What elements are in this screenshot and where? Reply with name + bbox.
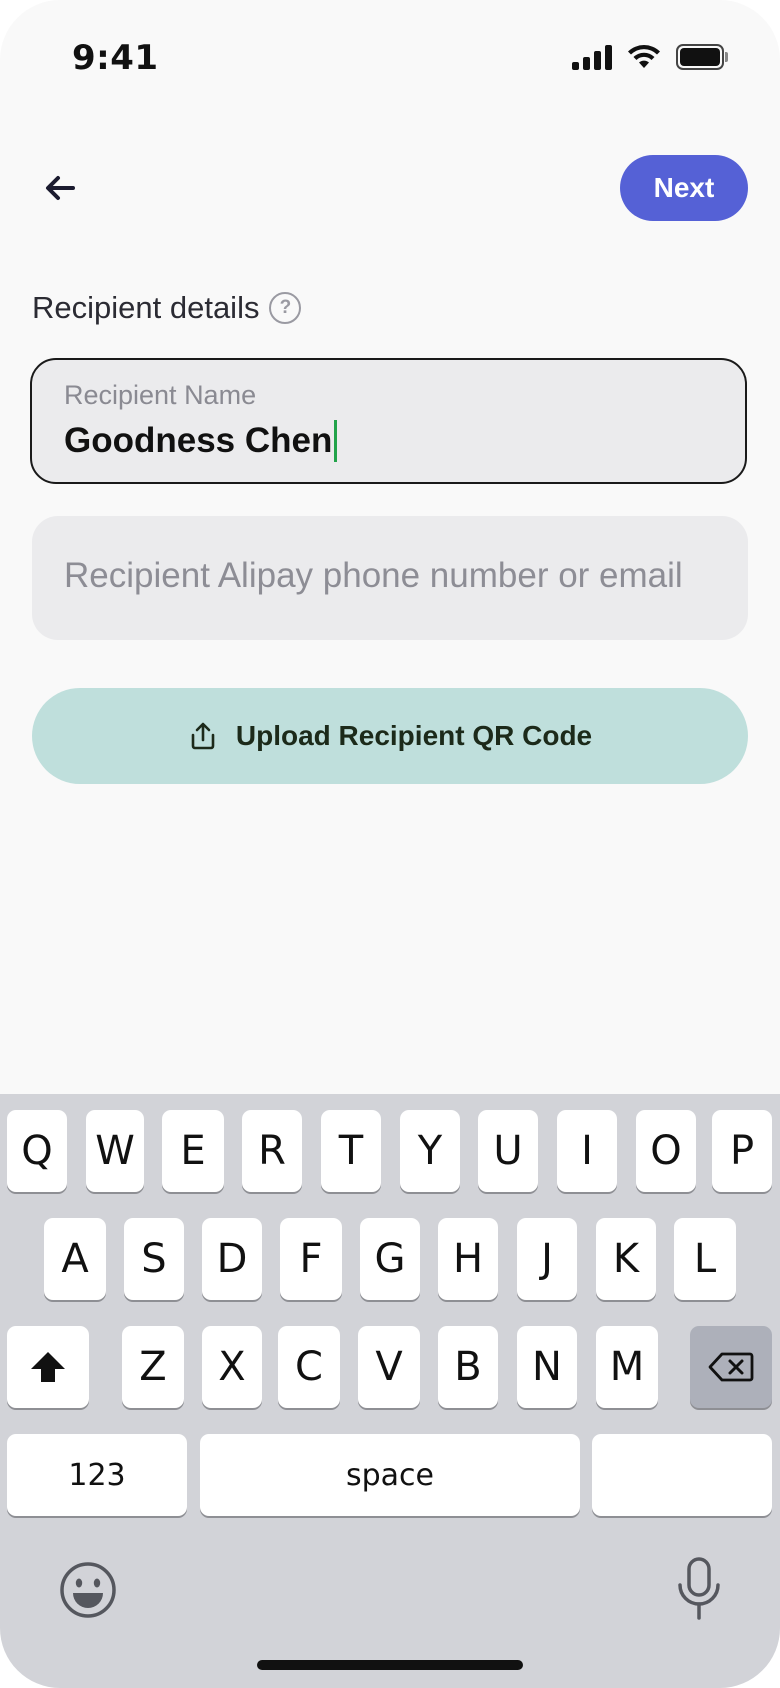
back-button[interactable] bbox=[36, 166, 84, 210]
phone-screen: 9:41 Next Recipient details ? Recipient … bbox=[0, 0, 780, 1688]
dictation-button[interactable] bbox=[674, 1556, 724, 1622]
key-o[interactable]: O bbox=[636, 1110, 696, 1192]
delete-key[interactable] bbox=[690, 1326, 772, 1408]
return-key[interactable] bbox=[592, 1434, 772, 1516]
battery-icon bbox=[676, 44, 728, 70]
recipient-name-value: Goodness Chen bbox=[64, 421, 333, 460]
microphone-icon bbox=[678, 1557, 720, 1620]
recipient-name-field[interactable]: Recipient Name Goodness Chen bbox=[30, 358, 747, 484]
section-title: Recipient details bbox=[32, 290, 260, 325]
key-k[interactable]: K bbox=[596, 1218, 656, 1300]
home-indicator bbox=[257, 1660, 523, 1670]
key-h[interactable]: H bbox=[438, 1218, 498, 1300]
alipay-contact-placeholder: Recipient Alipay phone number or email bbox=[64, 556, 683, 595]
key-r[interactable]: R bbox=[242, 1110, 302, 1192]
key-t[interactable]: T bbox=[321, 1110, 381, 1192]
arrow-left-icon bbox=[46, 176, 75, 200]
key-v[interactable]: V bbox=[358, 1326, 420, 1408]
text-caret bbox=[334, 420, 338, 462]
emoji-icon bbox=[60, 1562, 116, 1618]
key-c[interactable]: C bbox=[278, 1326, 340, 1408]
shift-icon bbox=[31, 1352, 65, 1382]
key-x[interactable]: X bbox=[202, 1326, 262, 1408]
upload-qr-button[interactable]: Upload Recipient QR Code bbox=[32, 688, 748, 784]
next-button[interactable]: Next bbox=[620, 155, 748, 221]
key-n[interactable]: N bbox=[517, 1326, 577, 1408]
key-m[interactable]: M bbox=[596, 1326, 658, 1408]
key-w[interactable]: W bbox=[86, 1110, 144, 1192]
recipient-name-label: Recipient Name bbox=[64, 380, 257, 410]
emoji-button[interactable] bbox=[58, 1560, 118, 1620]
status-icons bbox=[572, 44, 728, 70]
key-i[interactable]: I bbox=[557, 1110, 617, 1192]
wifi-icon bbox=[628, 45, 660, 68]
key-q[interactable]: Q bbox=[7, 1110, 67, 1192]
cellular-signal-icon bbox=[572, 44, 612, 70]
key-p[interactable]: P bbox=[712, 1110, 772, 1192]
upload-qr-label: Upload Recipient QR Code bbox=[235, 720, 593, 751]
key-g[interactable]: G bbox=[360, 1218, 420, 1300]
key-s[interactable]: S bbox=[124, 1218, 184, 1300]
key-a[interactable]: A bbox=[44, 1218, 106, 1300]
key-u[interactable]: U bbox=[478, 1110, 538, 1192]
key-b[interactable]: B bbox=[438, 1326, 498, 1408]
key-z[interactable]: Z bbox=[122, 1326, 184, 1408]
section-header: Recipient details ? bbox=[32, 290, 302, 326]
key-d[interactable]: D bbox=[202, 1218, 262, 1300]
numbers-key[interactable]: 123 bbox=[7, 1434, 187, 1516]
key-y[interactable]: Y bbox=[400, 1110, 460, 1192]
status-time: 9:41 bbox=[72, 38, 159, 78]
shift-key[interactable] bbox=[7, 1326, 89, 1408]
key-l[interactable]: L bbox=[674, 1218, 736, 1300]
space-key[interactable]: space bbox=[200, 1434, 580, 1516]
keyboard: Q W E R T Y U I O P A S D F G H J K L Z … bbox=[0, 1094, 780, 1688]
upload-icon bbox=[191, 722, 215, 750]
key-j[interactable]: J bbox=[517, 1218, 577, 1300]
recipient-name-input[interactable]: Goodness Chen bbox=[64, 420, 338, 462]
key-f[interactable]: F bbox=[280, 1218, 342, 1300]
key-e[interactable]: E bbox=[162, 1110, 224, 1192]
alipay-contact-field[interactable]: Recipient Alipay phone number or email bbox=[32, 516, 748, 640]
delete-backspace-icon bbox=[708, 1352, 754, 1382]
help-icon[interactable]: ? bbox=[269, 292, 302, 324]
